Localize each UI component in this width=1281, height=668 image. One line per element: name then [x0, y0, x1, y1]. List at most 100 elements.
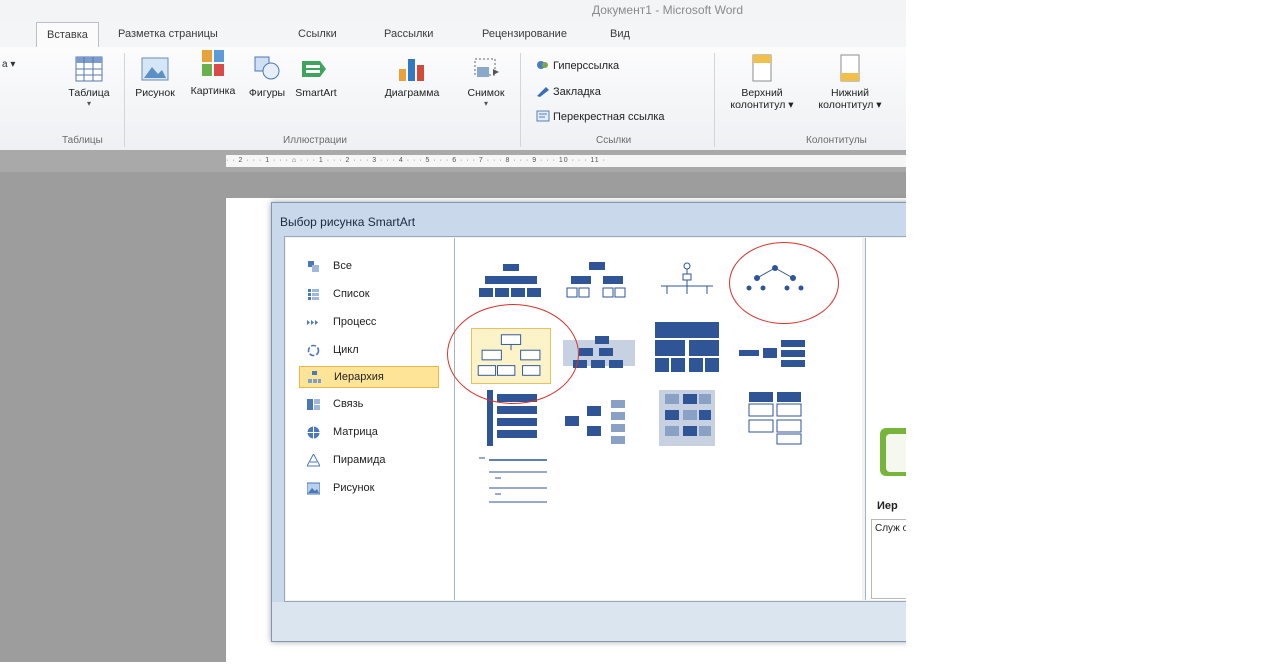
chart-icon: [399, 59, 424, 81]
category-picture[interactable]: Рисунок: [299, 478, 439, 500]
category-matrix[interactable]: Матрица: [299, 422, 439, 444]
screenshot-dropdown-arrow: ▾: [483, 99, 488, 108]
bookmark-icon: [537, 87, 549, 97]
layout-thumbnail[interactable]: [647, 318, 727, 384]
bookmark-button[interactable]: Закладка: [536, 85, 601, 98]
word-window: Документ1 - Microsoft Word Вставка Разме…: [0, 0, 906, 662]
description-text: Служ отно: [871, 519, 906, 599]
table-button[interactable]: Таблица ▾: [60, 55, 118, 108]
footer-button-line2: колонтитул ▾: [818, 99, 882, 111]
layout-thumbnail[interactable]: [735, 388, 815, 452]
tab-insert[interactable]: Вставка: [36, 22, 99, 48]
list-icon: [308, 289, 319, 300]
category-list: Все Список Процесс Цикл Иерархия Связь М…: [286, 238, 455, 600]
ruler-scale: · · 2 · · · 1 · · · ⌂ · · · 1 · · · 2 · …: [226, 157, 606, 164]
group-label-headers: Колонтитулы: [806, 135, 867, 146]
horizontal-ruler[interactable]: · · 2 · · · 1 · · · ⌂ · · · 1 · · · 2 · …: [226, 155, 906, 167]
picture-button[interactable]: Рисунок: [130, 55, 180, 99]
category-label: Процесс: [333, 316, 377, 328]
screenshot-button[interactable]: Снимок ▾: [462, 55, 510, 108]
cross-reference-icon: [536, 110, 550, 122]
ribbon-left-stub[interactable]: а ▾: [2, 59, 15, 70]
category-relationship[interactable]: Связь: [299, 394, 439, 416]
layout-thumbnail[interactable]: [471, 254, 551, 310]
ruler-area: · · 2 · · · 1 · · · ⌂ · · · 1 · · · 2 · …: [0, 150, 906, 172]
tab-mailings[interactable]: Рассылки: [384, 28, 433, 40]
shapes-icon: [254, 56, 280, 80]
screenshot-icon: [474, 58, 499, 77]
relationship-icon: [307, 399, 320, 410]
clipart-icon: [202, 50, 224, 76]
matrix-icon: [307, 426, 320, 439]
layout-thumbnail[interactable]: [647, 388, 727, 452]
chart-button[interactable]: Диаграмма: [380, 55, 444, 99]
category-label: Список: [333, 288, 370, 300]
bookmark-label: Закладка: [553, 86, 601, 98]
group-label-illustrations: Иллюстрации: [283, 135, 347, 146]
category-pyramid[interactable]: Пирамида: [299, 450, 439, 472]
dialog-title: Выбор рисунка SmartArt: [280, 215, 416, 229]
hyperlink-button[interactable]: Гиперссылка: [536, 59, 619, 72]
layout-gallery: [447, 238, 862, 600]
category-process[interactable]: Процесс: [299, 312, 439, 334]
header-button[interactable]: Верхний колонтитул ▾: [720, 53, 804, 111]
table-dropdown-arrow: ▾: [86, 99, 91, 108]
tab-page-layout[interactable]: Разметка страницы: [118, 28, 218, 40]
table-button-label: Таблица: [68, 87, 110, 99]
all-icon: [308, 261, 319, 272]
header-button-line1: Верхний: [741, 87, 783, 99]
picture-icon: [141, 57, 169, 81]
category-all[interactable]: Все: [299, 256, 439, 278]
layout-thumbnail[interactable]: [735, 328, 815, 384]
layout-preview: [880, 428, 906, 476]
category-label: Рисунок: [333, 482, 375, 494]
category-label: Цикл: [333, 344, 359, 356]
clipart-button[interactable]: Картинка: [180, 47, 246, 97]
smartart-button[interactable]: SmartArt: [290, 55, 342, 99]
category-cycle[interactable]: Цикл: [299, 340, 439, 362]
table-icon: [75, 56, 103, 82]
category-hierarchy[interactable]: Иерархия: [299, 366, 439, 388]
footer-icon: [840, 54, 860, 82]
description-title: Иер: [877, 500, 898, 512]
pyramid-icon: [307, 454, 320, 467]
clipart-button-label: Картинка: [190, 85, 236, 97]
category-label: Пирамида: [333, 454, 386, 466]
layout-thumbnail[interactable]: [647, 254, 727, 310]
group-label-tables: Таблицы: [62, 135, 103, 146]
hyperlink-label: Гиперссылка: [553, 60, 620, 72]
category-label: Матрица: [333, 426, 378, 438]
footer-button-line1: Нижний: [830, 87, 869, 99]
tab-references[interactable]: Ссылки: [298, 28, 337, 40]
smartart-icon: [302, 61, 326, 77]
layout-thumbnail[interactable]: [471, 452, 551, 512]
group-label-links: Ссылки: [596, 135, 632, 146]
category-list-type[interactable]: Список: [299, 284, 439, 306]
ribbon-tabs: Вставка Разметка страницы Ссылки Рассылк…: [0, 22, 906, 48]
footer-button[interactable]: Нижний колонтитул ▾: [808, 53, 892, 111]
shapes-button[interactable]: Фигуры: [244, 53, 290, 99]
cross-reference-button[interactable]: Перекрестная ссылка: [536, 110, 665, 123]
tab-review[interactable]: Рецензирование: [482, 28, 567, 40]
layout-thumbnail[interactable]: [559, 394, 639, 450]
layout-thumbnail[interactable]: [559, 254, 639, 310]
group-separator: [714, 53, 715, 147]
smartart-button-label: SmartArt: [295, 87, 337, 99]
header-button-line2: колонтитул ▾: [730, 99, 794, 111]
picture-icon: [307, 482, 320, 495]
shapes-button-label: Фигуры: [248, 87, 286, 99]
screenshot-button-label: Снимок: [467, 87, 505, 99]
hierarchy-icon: [308, 371, 321, 383]
tab-view[interactable]: Вид: [610, 28, 630, 40]
chart-button-label: Диаграмма: [384, 87, 440, 99]
process-icon: [307, 320, 318, 325]
hyperlink-icon: [537, 61, 548, 69]
ribbon: а ▾ Таблица ▾ Таблицы Рисунок Картинка Ф…: [0, 47, 906, 151]
group-separator: [520, 53, 521, 147]
category-label: Связь: [333, 398, 364, 410]
highlight-circle: [729, 242, 839, 324]
category-label: Иерархия: [334, 371, 384, 383]
cross-reference-label: Перекрестная ссылка: [553, 111, 665, 123]
description-pane: Иер Служ отно: [865, 238, 906, 600]
smartart-dialog: Выбор рисунка SmartArt Все Список Процес…: [271, 202, 906, 642]
